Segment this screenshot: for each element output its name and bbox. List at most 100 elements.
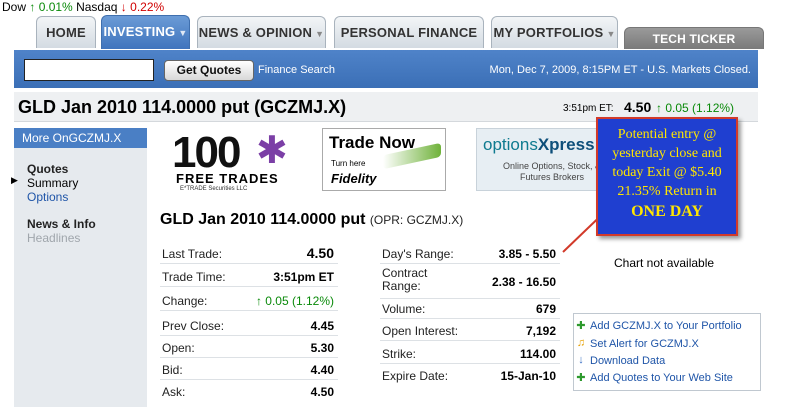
table-row: Open Interest: 7,192	[380, 319, 560, 341]
chart-status: Chart not available	[614, 256, 715, 270]
row-label: Open Interest:	[382, 324, 459, 338]
brand-a: options	[483, 135, 538, 154]
chevron-down-icon: ▼	[315, 29, 325, 39]
sidebar: More OnGCZMJ.X ▶ Quotes Summary Options …	[11, 128, 147, 407]
add-to-portfolio-link[interactable]: Add GCZMJ.X to Your Portfolio	[590, 320, 742, 332]
table-row: Volume: 679	[380, 297, 560, 319]
row-label: Contract Range:	[382, 267, 427, 293]
download-icon: ↓	[578, 354, 584, 366]
tab-label: MY PORTFOLIOS	[493, 25, 604, 40]
callout-line: yesterday close and	[612, 146, 722, 161]
brand-b: Xpress	[537, 135, 595, 154]
row-label: Bid:	[162, 363, 183, 377]
change-value: 0.05 (1.12%)	[265, 294, 334, 308]
tab-my-portfolios[interactable]: MY PORTFOLIOS ▼	[491, 16, 618, 48]
sidebar-header: More OnGCZMJ.X	[14, 128, 147, 148]
nasdaq-change: 0.22%	[130, 0, 165, 14]
add-quotes-link[interactable]: Add Quotes to Your Web Site	[590, 372, 733, 384]
down-arrow-icon: ↓	[120, 0, 127, 14]
callout-emphasis: ONE DAY	[631, 203, 703, 220]
sidebar-item-headlines[interactable]: Headlines	[27, 231, 80, 245]
download-data-link[interactable]: Download Data	[590, 355, 665, 367]
tab-label: PERSONAL FINANCE	[340, 25, 478, 40]
search-input[interactable]	[24, 59, 154, 81]
fidelity-logo: Fidelity	[331, 171, 377, 186]
fidelity-ad[interactable]: Trade Now Turn here Fidelity	[322, 128, 446, 191]
chevron-down-icon: ▼	[606, 29, 616, 39]
set-alert-link[interactable]: Set Alert for GCZMJ.X	[590, 338, 699, 350]
table-row: Ask: 4.50	[160, 380, 338, 402]
table-row: Expire Date: 15-Jan-10	[380, 364, 560, 386]
row-value: 4.50	[306, 245, 334, 261]
ad-text: FREE TRADES	[176, 171, 279, 186]
finance-search-link[interactable]: Finance Search	[258, 64, 335, 76]
row-value: 4.50	[310, 385, 334, 399]
row-value: 7,192	[525, 324, 556, 338]
quote-change-value: 0.05 (1.12%)	[665, 101, 735, 115]
search-toolbar: Get Quotes Finance Search Mon, Dec 7, 20…	[14, 50, 758, 88]
table-row: Open: 5.30	[160, 336, 338, 358]
sidebar-item-news-info: News & Info	[27, 217, 96, 231]
row-value: ↑ 0.05 (1.12%)	[256, 294, 334, 308]
asterisk-logo-icon: ✱	[256, 130, 288, 172]
ad-turn-text: Turn here	[331, 159, 366, 168]
row-label: Open:	[162, 341, 195, 355]
callout-line: today Exit @ $5.40	[612, 165, 722, 180]
table-row: Prev Close: 4.45	[160, 314, 338, 336]
row-value: 3:51pm ET	[273, 270, 334, 284]
row-value: 4.40	[310, 363, 334, 377]
row-label-line: Range:	[382, 279, 421, 293]
etrade-ad[interactable]: 100 ✱ FREE TRADES E*TRADE Securities LLC	[166, 128, 306, 192]
page-title: GLD Jan 2010 114.0000 put (GCZMJ.X)	[18, 97, 347, 117]
row-label: Change:	[162, 294, 208, 308]
row-label: Strike:	[382, 347, 417, 361]
row-value: 15-Jan-10	[500, 369, 556, 383]
dow-label[interactable]: Dow	[2, 0, 26, 14]
up-arrow-icon: ↑	[656, 101, 662, 115]
table-row: Last Trade: 4.50	[160, 242, 338, 264]
tab-news-opinion[interactable]: NEWS & OPINION ▼	[197, 16, 326, 48]
quote-change: ↑ 0.05 (1.12%)	[656, 101, 734, 115]
table-row: Day's Range: 3.85 - 5.50	[380, 242, 560, 264]
quote-symbol: (OPR: GCZMJ.X)	[369, 213, 464, 227]
tab-label: HOME	[46, 25, 86, 40]
up-arrow-icon: ↑	[255, 294, 262, 308]
row-value: 4.45	[310, 319, 334, 333]
quote-time: 3:51pm ET:	[563, 103, 614, 114]
callout-line: Potential entry @	[617, 127, 717, 142]
tab-investing[interactable]: INVESTING ▼	[101, 15, 190, 49]
get-quotes-button[interactable]: Get Quotes	[164, 60, 254, 81]
row-label: Expire Date:	[382, 369, 449, 383]
row-value: 114.00	[519, 347, 556, 361]
row-label: Trade Time:	[162, 270, 226, 284]
row-label-line: Contract	[382, 266, 428, 280]
tab-label: NEWS & OPINION	[198, 25, 313, 40]
sidebar-item-quotes: Quotes	[27, 162, 69, 176]
row-value: 5.30	[310, 341, 334, 355]
row-label: Prev Close:	[162, 319, 225, 333]
tab-personal-finance[interactable]: PERSONAL FINANCE	[334, 16, 484, 48]
nasdaq-label[interactable]: Nasdaq	[76, 0, 117, 14]
tab-home[interactable]: HOME	[36, 16, 96, 48]
sidebar-item-summary[interactable]: Summary	[27, 176, 78, 190]
actions-box: ✚ Add GCZMJ.X to Your Portfolio ♫ Set Al…	[573, 313, 761, 391]
current-arrow-icon: ▶	[11, 175, 18, 185]
plus-icon: ✚	[576, 372, 586, 384]
table-row: Strike: 114.00	[380, 342, 560, 364]
quote-price: 4.50	[624, 99, 652, 115]
row-label: Day's Range:	[382, 247, 454, 261]
plus-icon: ✚	[576, 320, 586, 332]
callout-line: 21.35% Return in	[617, 184, 717, 199]
dow-change: 0.01%	[38, 0, 73, 14]
table-row: Bid: 4.40	[160, 358, 338, 380]
tab-tech-ticker[interactable]: TECH TICKER	[624, 27, 764, 49]
bell-icon: ♫	[576, 337, 586, 349]
row-label: Volume:	[382, 302, 426, 316]
tab-label: INVESTING	[103, 24, 176, 39]
sidebar-item-options[interactable]: Options	[27, 190, 68, 204]
ad-small-text: E*TRADE Securities LLC	[180, 186, 248, 192]
annotation-callout: Potential entry @ yesterday close and to…	[596, 117, 738, 236]
chevron-down-icon: ▼	[178, 28, 188, 38]
up-arrow-icon: ↑	[29, 0, 36, 14]
optionsxpress-logo: optionsXpress	[483, 135, 595, 155]
